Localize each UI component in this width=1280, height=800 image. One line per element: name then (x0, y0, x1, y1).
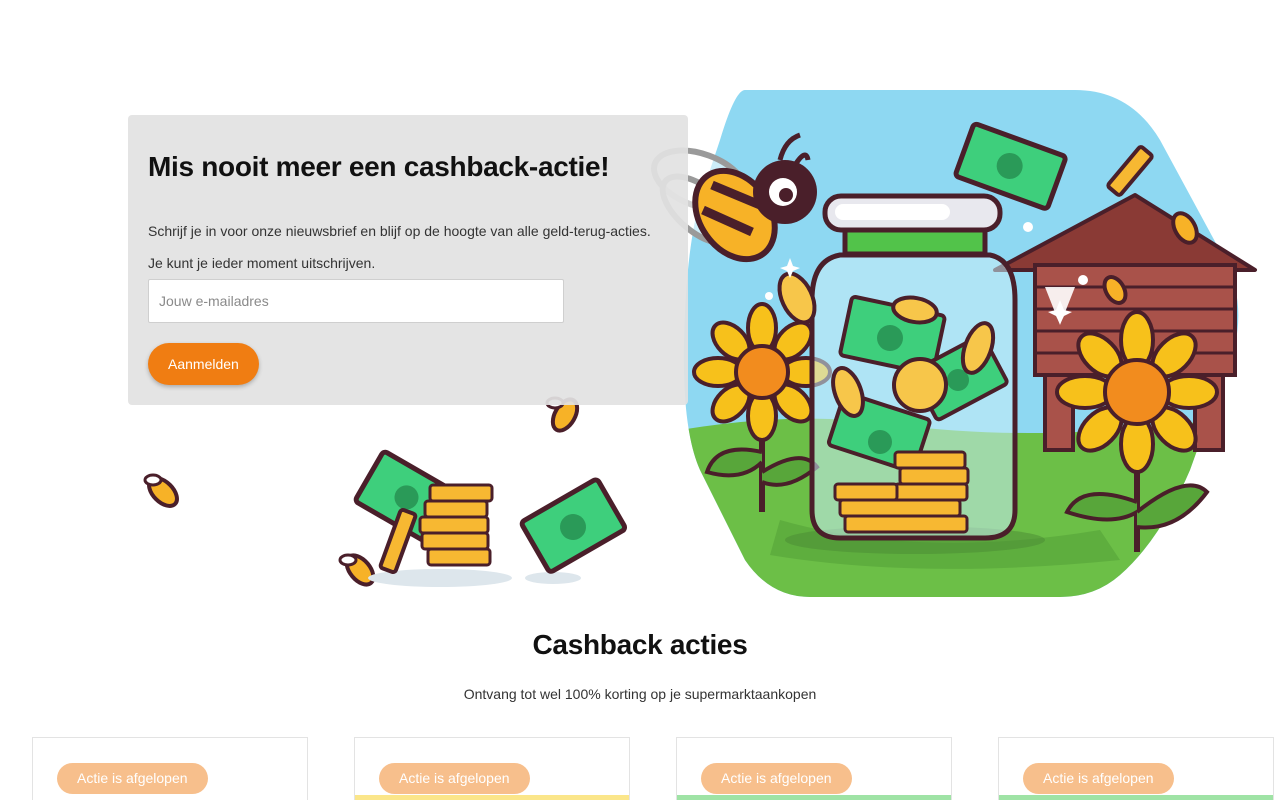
unsubscribe-note: Je kunt je ieder moment uitschrijven. (148, 255, 376, 271)
money-pile (353, 449, 628, 587)
sunflower-right (1055, 310, 1219, 552)
expired-badge: Actie is afgelopen (57, 763, 208, 794)
deal-image (677, 795, 951, 800)
section-title: Cashback acties (532, 629, 748, 660)
small-bee-bottom (338, 553, 376, 587)
small-bee-left (143, 473, 179, 508)
deal-card[interactable]: Actie is afgelopen (354, 737, 630, 800)
expired-badge: Actie is afgelopen (701, 763, 852, 794)
deal-image (999, 795, 1273, 800)
deal-image (355, 795, 629, 800)
expired-badge: Actie is afgelopen (379, 763, 530, 794)
section-subtitle: Ontvang tot wel 100% korting op je super… (463, 686, 817, 702)
deal-card[interactable]: Actie is afgelopen (676, 737, 952, 800)
signup-title: Mis nooit meer een cashback-actie! (148, 151, 610, 182)
deal-card[interactable]: Actie is afgelopen (32, 737, 308, 800)
signup-description: Schrijf je in voor onze nieuwsbrief en b… (148, 223, 651, 239)
expired-badge: Actie is afgelopen (1023, 763, 1174, 794)
newsletter-signup-card: Mis nooit meer een cashback-actie! Schri… (128, 115, 688, 405)
email-input[interactable] (148, 279, 564, 323)
subscribe-button[interactable]: Aanmelden (148, 343, 259, 385)
deal-card[interactable]: Actie is afgelopen (998, 737, 1274, 800)
